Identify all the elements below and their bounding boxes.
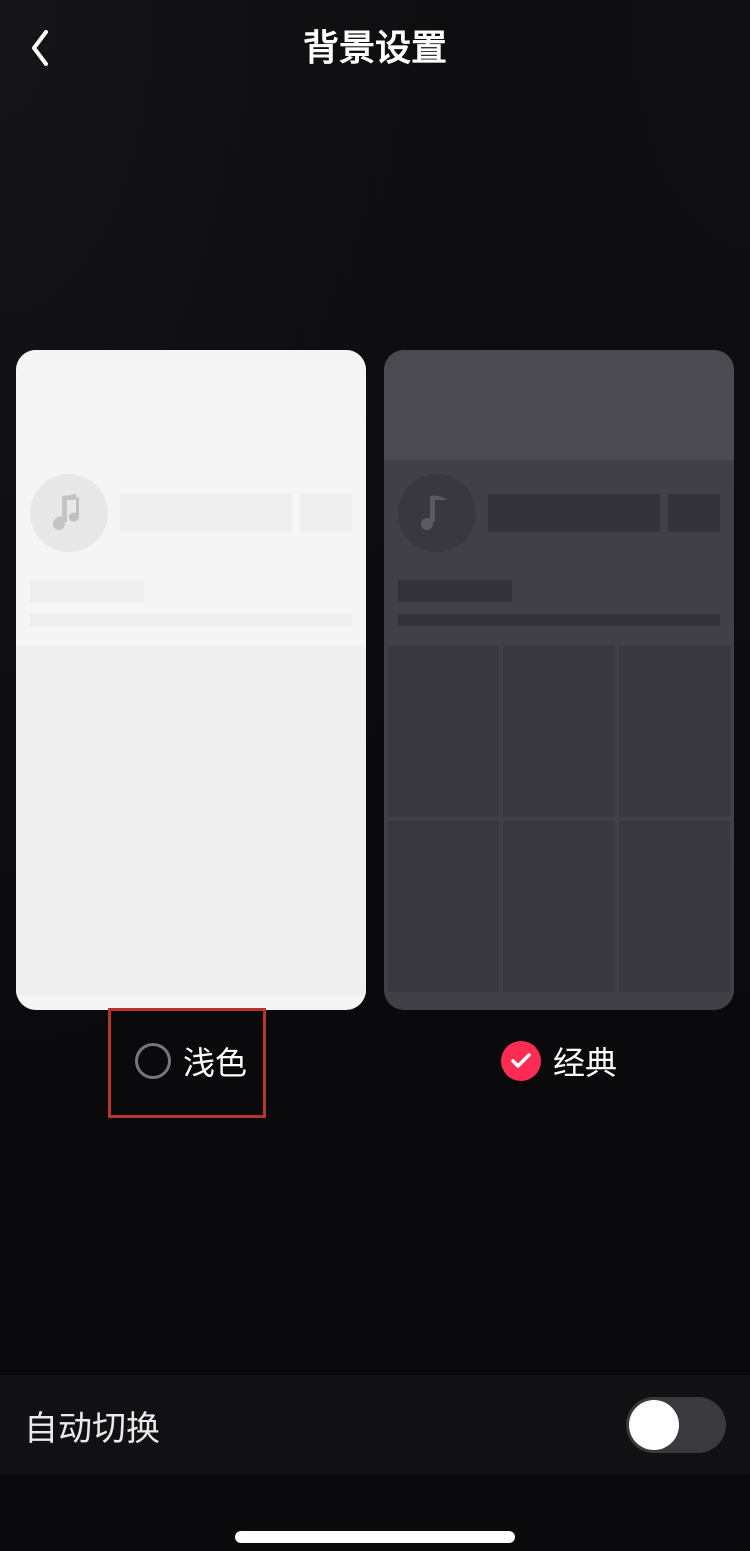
avatar [398, 474, 476, 552]
toggle-thumb [629, 1400, 679, 1450]
header: 背景设置 [0, 0, 750, 90]
skeleton-bar [398, 614, 720, 626]
grid-cell [619, 821, 730, 992]
skeleton-bar [120, 494, 292, 532]
skeleton-bar [300, 494, 352, 532]
theme-card-classic[interactable] [384, 350, 734, 1010]
radio-checked-icon [501, 1041, 541, 1081]
skeleton-bar [30, 580, 144, 602]
skeleton-bar [668, 494, 720, 532]
theme-label: 经典 [553, 1038, 617, 1084]
preview-profile [16, 460, 366, 646]
avatar [30, 474, 108, 552]
checkmark-icon [510, 1052, 532, 1070]
grid-cell [503, 646, 614, 817]
tutorial-highlight [108, 1008, 266, 1118]
preview-avatar-row [398, 474, 720, 552]
auto-switch-row: 自动切换 [0, 1375, 750, 1475]
music-note-icon [419, 492, 455, 534]
preview-content [16, 646, 366, 996]
back-button[interactable] [20, 28, 60, 68]
preview-header [384, 350, 734, 460]
grid-cell [388, 646, 499, 817]
skeleton-bar [488, 494, 660, 532]
skeleton-bar [30, 614, 352, 626]
grid-cell [388, 821, 499, 992]
grid-cell [503, 821, 614, 992]
theme-card-light[interactable] [16, 350, 366, 1010]
preview-header [16, 350, 366, 460]
home-indicator [235, 1531, 515, 1543]
preview-name-bars [120, 494, 352, 532]
theme-option-classic[interactable]: 经典 [384, 1038, 734, 1084]
auto-switch-label: 自动切换 [24, 1401, 160, 1450]
page-title: 背景设置 [303, 19, 447, 71]
skeleton-bar [398, 580, 512, 602]
preview-avatar-row [30, 474, 352, 552]
chevron-left-icon [28, 28, 52, 68]
preview-name-bars [488, 494, 720, 532]
theme-options [0, 350, 750, 1010]
preview-grid [384, 646, 734, 996]
grid-cell [619, 646, 730, 817]
preview-profile [384, 460, 734, 646]
auto-switch-toggle[interactable] [626, 1397, 726, 1453]
music-note-icon [51, 492, 87, 534]
